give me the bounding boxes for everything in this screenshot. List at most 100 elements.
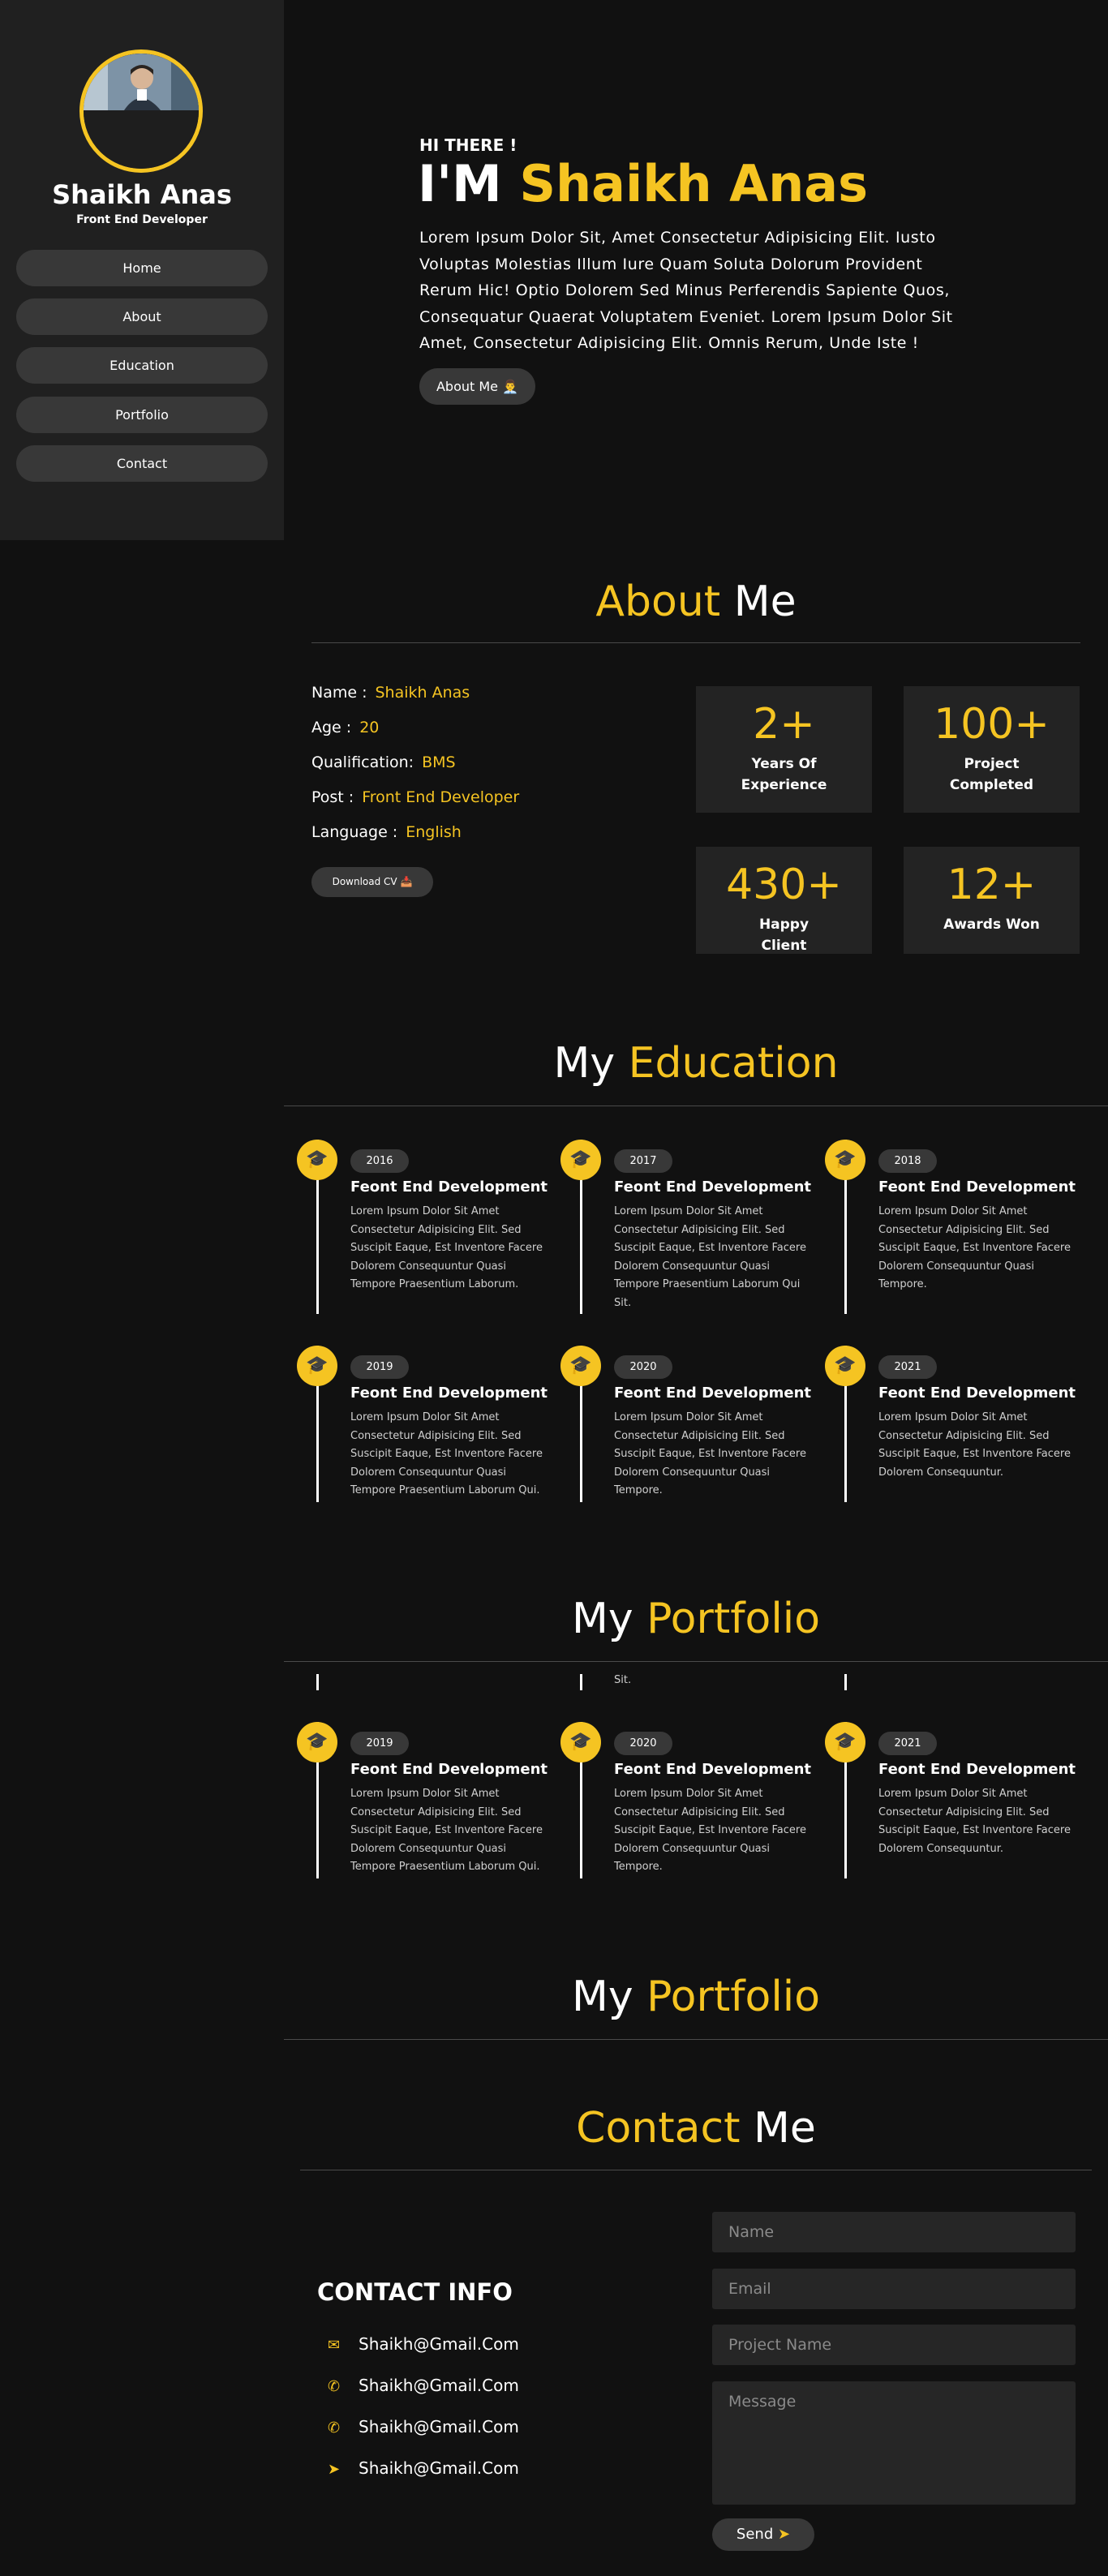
info-post: Post : Front End Developer [311, 788, 519, 806]
nav-portfolio-button[interactable]: Portfolio [16, 397, 268, 433]
nav-contact-button[interactable]: Contact [16, 445, 268, 482]
nav-education-button[interactable]: Education [16, 347, 268, 384]
nav-home-button[interactable]: Home [16, 250, 268, 286]
portfolio2-heading-a: My [571, 1973, 633, 2021]
education-item: 🎓 2021 Feont End Development Lorem Ipsum… [825, 1346, 1083, 1502]
education-description: Lorem Ipsum Dolor Sit Amet Consectetur A… [878, 1205, 1071, 1290]
contact-heading: Contact Me [284, 2104, 1108, 2153]
education-year: 2016 [350, 1149, 409, 1173]
name-field[interactable]: Name [712, 2212, 1076, 2252]
info-label: Post : [311, 788, 354, 806]
info-age: Age : 20 [311, 719, 379, 736]
graduation-cap-icon: 🎓 [825, 1346, 865, 1386]
portfolio-heading-text: Feont End Development [350, 1761, 548, 1778]
stat-number: 12+ [947, 861, 1037, 909]
info-label: Qualification: [311, 753, 414, 771]
portfolio2-heading-b: Portfolio [646, 1973, 821, 2021]
education-year: 2017 [614, 1149, 672, 1173]
education-heading-text: Feont End Development [878, 1179, 1076, 1196]
portfolio-heading-text: Feont End Development [878, 1761, 1076, 1778]
profile-photo [84, 54, 199, 169]
education-heading-text: Feont End Development [614, 1385, 811, 1402]
about-heading: About Me [284, 577, 1108, 626]
hero-title-name: Shaikh Anas [519, 154, 869, 213]
project-name-field[interactable]: Project Name [712, 2325, 1076, 2365]
about-heading-b: Me [733, 577, 797, 626]
portfolio-item: 🎓 2021 Feont End Development Lorem Ipsum… [825, 1722, 1083, 1878]
phone-icon: ✆ [328, 2419, 341, 2436]
stat-label: Project Completed [949, 756, 1034, 793]
stat-label: Happy Client [758, 917, 810, 954]
portfolio2-heading: My Portfolio [284, 1973, 1108, 2021]
graduation-cap-icon: 🎓 [297, 1346, 337, 1386]
education-item: 🎓 2019 Feont End Development Lorem Ipsum… [297, 1346, 555, 1502]
education-heading-a: My [553, 1039, 616, 1088]
sidebar: Shaikh Anas Front End Developer Home Abo… [0, 0, 284, 540]
location-arrow-icon: ➤ [328, 2461, 341, 2478]
about-heading-a: About [595, 577, 721, 626]
info-label: Name : [311, 684, 367, 702]
contact-row: ✆ Shaikh@Gmail.Com [328, 2417, 519, 2436]
hero-greeting: HI THERE ! [419, 135, 517, 155]
phone-icon: ✆ [328, 2378, 341, 2395]
graduation-cap-icon: 🎓 [560, 1722, 601, 1762]
portfolio-divider [284, 1661, 1108, 1662]
education-year: 2019 [350, 1355, 409, 1379]
graduation-cap-icon: 🎓 [297, 1722, 337, 1762]
education-item: 🎓 2020 Feont End Development Lorem Ipsum… [560, 1346, 818, 1502]
email-field[interactable]: Email [712, 2269, 1076, 2309]
contact-heading-b: Me [753, 2104, 816, 2153]
about-me-button[interactable]: About Me 👨‍💼 [419, 368, 535, 405]
sidebar-name: Shaikh Anas [52, 179, 232, 210]
info-name: Name : Shaikh Anas [311, 684, 470, 702]
contact-text: Shaikh@Gmail.Com [359, 2334, 519, 2354]
timeline-line-stub [580, 1674, 582, 1690]
education-heading-text: Feont End Development [350, 1385, 548, 1402]
contact-heading-a: Contact [576, 2104, 741, 2153]
graduation-cap-icon: 🎓 [825, 1722, 865, 1762]
hero-title-prefix: I'M [418, 154, 502, 213]
nav-about-button[interactable]: About [16, 298, 268, 335]
send-button[interactable]: Send ➤ [712, 2518, 814, 2551]
portfolio-description: Lorem Ipsum Dolor Sit Amet Consectetur A… [878, 1788, 1071, 1855]
stat-number: 430+ [726, 861, 842, 909]
sidebar-role: Front End Developer [76, 213, 208, 226]
contact-text: Shaikh@Gmail.Com [359, 2458, 519, 2478]
portfolio-heading: My Portfolio [284, 1595, 1108, 1643]
contact-text: Shaikh@Gmail.Com [359, 2417, 519, 2436]
info-value: Front End Developer [362, 788, 520, 806]
info-value: 20 [359, 719, 380, 736]
portfolio-description: Lorem Ipsum Dolor Sit Amet Consectetur A… [614, 1788, 806, 1873]
contact-row: ➤ Shaikh@Gmail.Com [328, 2458, 519, 2478]
portfolio2-divider [284, 2039, 1108, 2040]
info-value: Shaikh Anas [375, 684, 470, 702]
portfolio-heading-b: Portfolio [646, 1595, 821, 1643]
contact-text: Shaikh@Gmail.Com [359, 2376, 519, 2395]
stat-label: Years Of Experience [741, 756, 827, 793]
timeline-line-stub [844, 1674, 847, 1690]
timeline-line-stub [316, 1674, 319, 1690]
message-field[interactable]: Message [712, 2381, 1076, 2505]
education-item: 🎓 2017 Feont End Development Lorem Ipsum… [560, 1140, 818, 1314]
education-year: 2018 [878, 1149, 937, 1173]
send-arrow-icon: ➤ [777, 2526, 791, 2543]
education-item: 🎓 2016 Feont End Development Lorem Ipsum… [297, 1140, 555, 1314]
stat-number: 2+ [753, 700, 815, 749]
portfolio-year: 2020 [614, 1732, 672, 1755]
download-cv-button[interactable]: Download CV 📥 [311, 867, 433, 897]
graduation-cap-icon: 🎓 [297, 1140, 337, 1180]
education-description: Lorem Ipsum Dolor Sit Amet Consectetur A… [350, 1205, 543, 1290]
stat-card: 2+ Years Of Experience [696, 686, 872, 813]
avatar [79, 49, 203, 173]
stat-number: 100+ [934, 700, 1050, 749]
hero-description: Lorem Ipsum Dolor Sit, Amet Consectetur … [419, 229, 953, 352]
education-description: Lorem Ipsum Dolor Sit Amet Consectetur A… [878, 1411, 1071, 1479]
stat-card: 430+ Happy Client [696, 847, 872, 954]
portfolio-year: 2021 [878, 1732, 937, 1755]
contact-row: ✉ Shaikh@Gmail.Com [328, 2334, 519, 2354]
info-label: Language : [311, 823, 398, 841]
info-qualification: Qualification: BMS [311, 753, 456, 771]
stat-card: 12+ Awards Won [904, 847, 1080, 954]
education-heading-text: Feont End Development [878, 1385, 1076, 1402]
info-value: English [406, 823, 462, 841]
